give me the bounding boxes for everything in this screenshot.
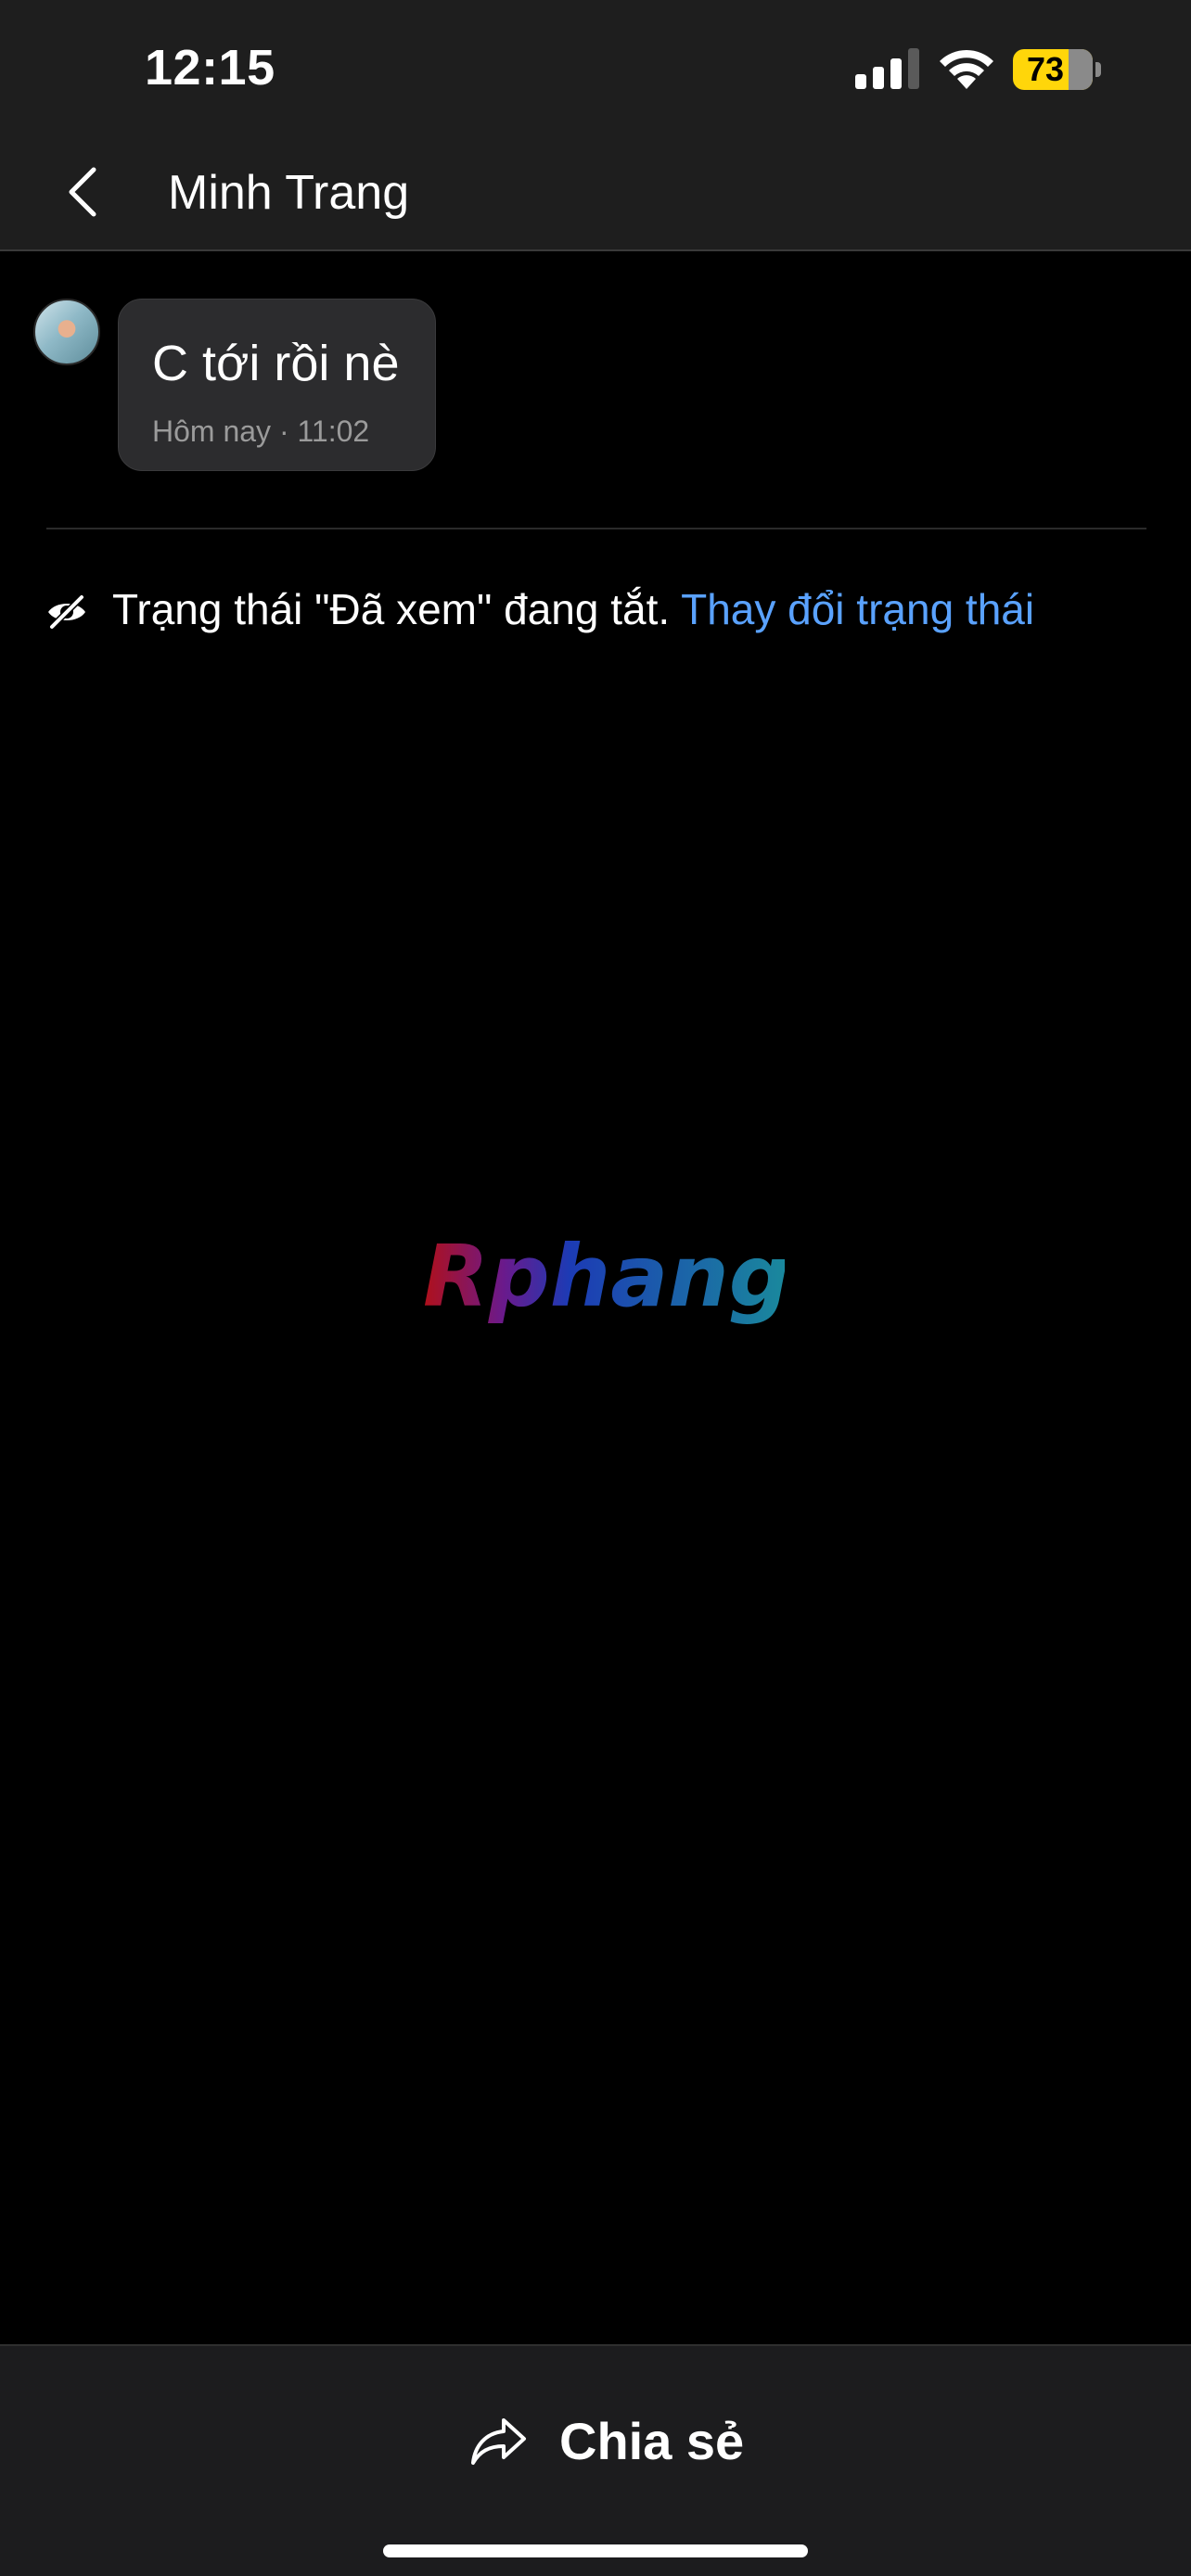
- battery-level: 73: [1026, 50, 1065, 88]
- battery-icon: 73: [1013, 49, 1093, 90]
- signal-icon: [855, 48, 919, 89]
- share-arrow-icon: [471, 2418, 526, 2465]
- seen-status-text: Trạng thái "Đã xem" đang tắt.: [112, 585, 682, 633]
- watermark-logo: Rphang: [423, 1231, 785, 1326]
- seen-status: Trạng thái "Đã xem" đang tắt. Thay đổi t…: [112, 584, 1034, 634]
- top-bar: 12:15 73 Minh Trang: [0, 0, 1191, 251]
- change-status-link[interactable]: Thay đổi trạng thái: [681, 585, 1034, 633]
- battery-tip: [1095, 62, 1101, 77]
- chevron-left-icon: [69, 167, 96, 217]
- message-text: C tới rồi nè: [152, 336, 400, 391]
- watermark-text: Rphang: [423, 1231, 785, 1326]
- status-time: 12:15: [145, 40, 275, 96]
- back-button[interactable]: [54, 159, 109, 224]
- eye-slash-icon: [48, 594, 85, 630]
- share-label: Chia sẻ: [559, 2411, 745, 2470]
- message-timestamp: Hôm nay · 11:02: [152, 414, 370, 448]
- wifi-icon: [940, 49, 993, 89]
- divider: [46, 528, 1146, 529]
- bottom-bar: Chia sẻ: [0, 2344, 1191, 2576]
- message-bubble[interactable]: C tới rồi nè Hôm nay · 11:02: [118, 299, 436, 471]
- share-button[interactable]: Chia sẻ: [468, 2394, 744, 2487]
- avatar[interactable]: [33, 299, 100, 365]
- home-indicator[interactable]: [383, 2544, 808, 2557]
- conversation-title[interactable]: Minh Trang: [168, 165, 409, 221]
